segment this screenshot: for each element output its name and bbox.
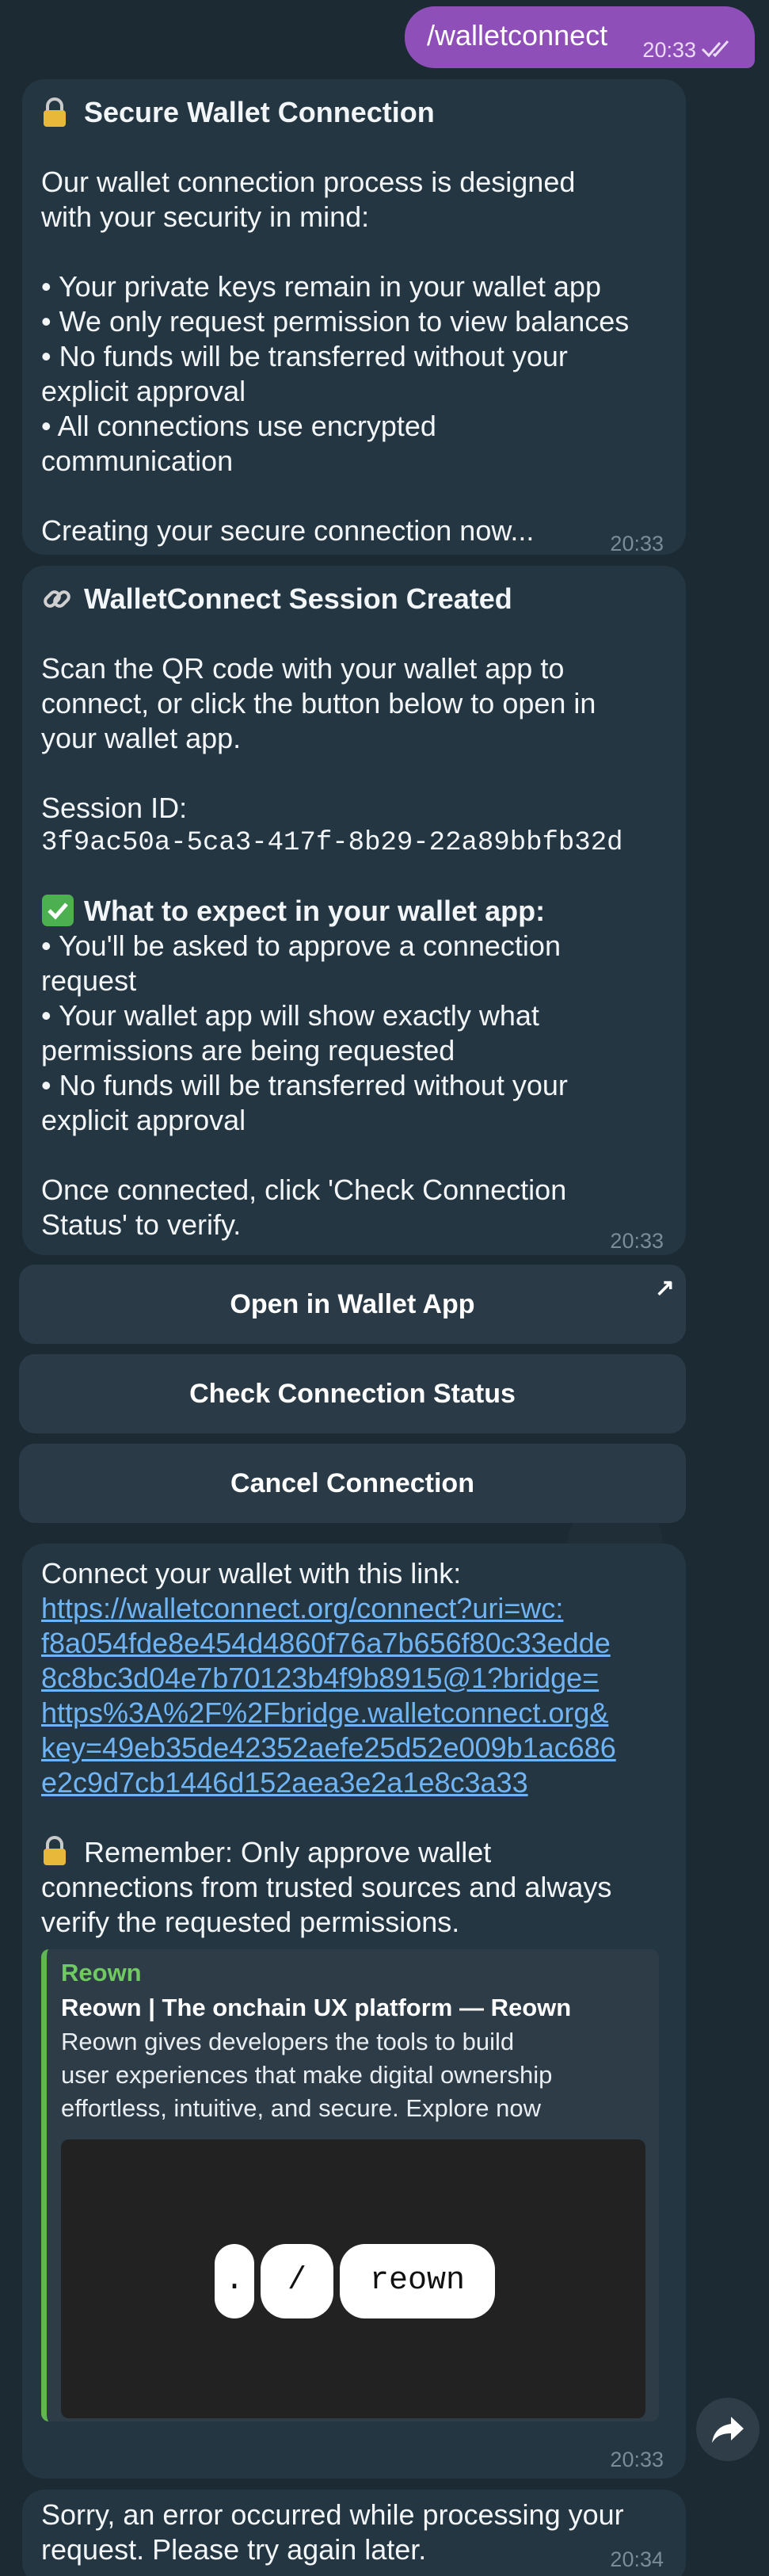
message-text: Creating your secure connection now... [41, 514, 535, 547]
expect-title: What to expect in your wallet app: [84, 895, 546, 927]
message-text: your wallet app. [41, 722, 242, 754]
preview-desc-line: Reown gives developers the tools to buil… [61, 2028, 515, 2055]
wallet-link[interactable]: 8c8bc3d04e7b70123b4f9b8915@1?bridge= [41, 1661, 599, 1696]
message-time: 20:34 [610, 2547, 664, 2571]
preview-desc-line: effortless, intuitive, and secure. Explo… [61, 2094, 541, 2122]
bullet-item: communication [41, 445, 234, 477]
preview-site-name: Reown [61, 1959, 142, 1986]
open-wallet-app-button[interactable]: Open in Wallet App ↗ [19, 1265, 686, 1344]
bullet-item: • All connections use encrypted [41, 410, 436, 442]
wallet-link[interactable]: f8a054fde8e454d4860f76a7b656f80c33edde [41, 1626, 611, 1661]
message-text: Our wallet connection process is designe… [41, 166, 576, 198]
wallet-link[interactable]: e2c9d7cb1446d152aea3e2a1e8c3a33 [41, 1765, 528, 1800]
link-icon [44, 590, 70, 608]
preview-title: Reown | The onchain UX platform — Reown [61, 1994, 572, 2021]
bot-message-error: Sorry, an error occurred while processin… [22, 2490, 686, 2576]
reown-logo-dot: . [215, 2244, 254, 2318]
bullet-item: explicit approval [41, 375, 246, 407]
bot-message-link: Connect your wallet with this link: http… [22, 1544, 686, 2479]
wallet-link[interactable]: https://walletconnect.org/connect?uri=wc… [41, 1591, 563, 1626]
bullet-item: explicit approval [41, 1104, 246, 1136]
message-title: WalletConnect Session Created [84, 582, 512, 615]
message-time: 20:33 [610, 2448, 664, 2471]
button-label: Cancel Connection [230, 1467, 474, 1498]
outgoing-text: /walletconnect [427, 19, 608, 52]
bullet-item: permissions are being requested [41, 1034, 455, 1067]
error-text: Sorry, an error occurred while processin… [41, 2498, 624, 2531]
message-text: connections from trusted sources and alw… [41, 1871, 612, 1903]
message-text: Remember: Only approve wallet [84, 1836, 492, 1868]
bullet-item: • You'll be asked to approve a connectio… [41, 929, 561, 962]
cancel-connection-button[interactable]: Cancel Connection [19, 1444, 686, 1523]
message-time: 20:33 [610, 1229, 664, 1253]
share-button[interactable] [696, 2398, 759, 2461]
bullet-item: • Your wallet app will show exactly what [41, 999, 539, 1032]
message-text: Scan the QR code with your wallet app to [41, 652, 565, 685]
message-title: Secure Wallet Connection [84, 96, 435, 128]
check-connection-button[interactable]: Check Connection Status [19, 1354, 686, 1433]
reown-logo-word: reown [340, 2244, 495, 2318]
message-text: verify the requested permissions. [41, 1906, 460, 1938]
preview-image[interactable]: . / reown [61, 2139, 645, 2418]
preview-desc-line: user experiences that make digital owner… [61, 2061, 553, 2089]
reown-logo-slash: / [261, 2244, 333, 2318]
bullet-item: • We only request permission to view bal… [41, 305, 630, 338]
session-label: Session ID: [41, 792, 188, 824]
bot-message-security: Secure Wallet Connection Our wallet conn… [22, 79, 686, 555]
bullet-item: • No funds will be transferred without y… [41, 340, 568, 372]
lock-icon [44, 97, 66, 127]
wallet-link[interactable]: https%3A%2F%2Fbridge.walletconnect.org& [41, 1696, 608, 1731]
lock-icon [44, 1836, 66, 1865]
link-preview[interactable]: Reown Reown | The onchain UX platform — … [41, 1949, 659, 2421]
bullet-item: • Your private keys remain in your walle… [41, 270, 601, 303]
message-text: Connect your wallet with this link: [41, 1557, 462, 1589]
share-arrow-icon [712, 2417, 744, 2443]
outgoing-message[interactable]: /walletconnect 20:33 [405, 6, 755, 68]
bullet-item: • No funds will be transferred without y… [41, 1069, 568, 1101]
bot-message-session: WalletConnect Session Created Scan the Q… [22, 566, 686, 1255]
message-text: Status' to verify. [41, 1208, 242, 1241]
preview-description: Reown gives developers the tools to buil… [61, 2025, 552, 2125]
message-text: connect, or click the button below to op… [41, 687, 596, 719]
button-label: Check Connection Status [189, 1378, 516, 1409]
wallet-link[interactable]: key=49eb35de42352aefe25d52e009b1ac686 [41, 1731, 616, 1765]
message-time: 20:33 [642, 38, 696, 62]
session-id[interactable]: 3f9ac50a-5ca3-417f-8b29-22a89bbfb32d [41, 826, 623, 861]
message-time: 20:33 [610, 532, 664, 555]
chat-area: /walletconnect 20:33 Secure Wallet Conne… [0, 0, 769, 2576]
error-text: request. Please try again later. [41, 2533, 427, 2566]
double-check-icon [701, 40, 729, 58]
button-label: Open in Wallet App [230, 1288, 475, 1319]
message-text: Once connected, click 'Check Connection [41, 1174, 567, 1206]
bullet-item: request [41, 964, 137, 997]
external-arrow-icon: ↗ [654, 1275, 675, 1301]
message-text: with your security in mind: [41, 200, 370, 233]
check-box-icon [42, 895, 74, 926]
